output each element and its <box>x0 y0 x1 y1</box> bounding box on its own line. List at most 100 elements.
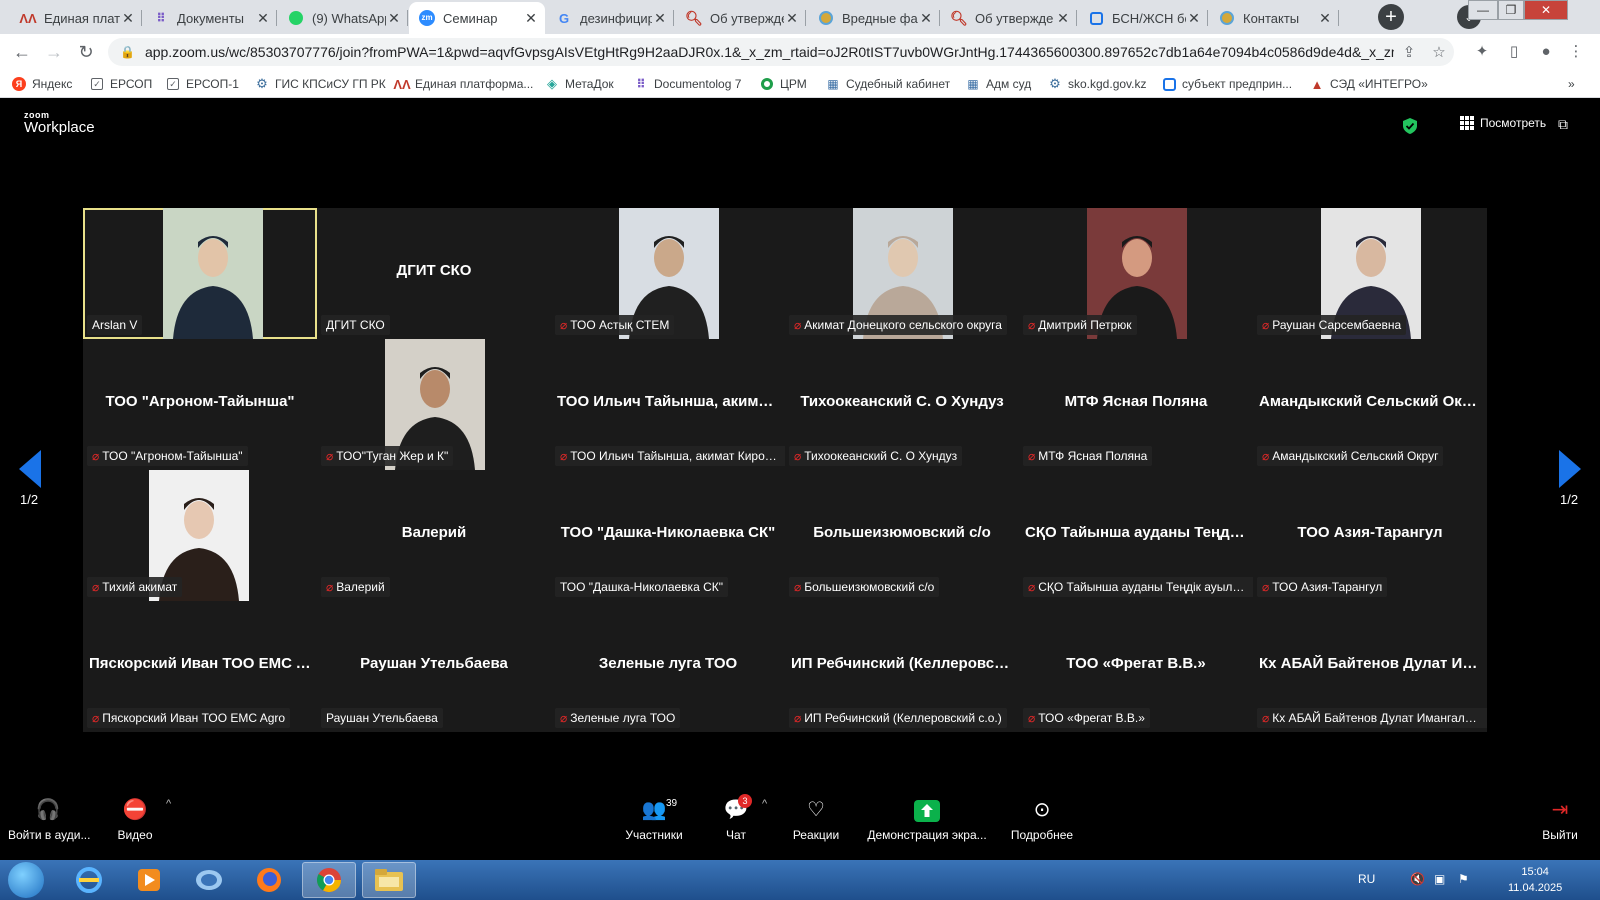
browser-tab[interactable]: 🔍︎ Об утвержде ✕ <box>676 2 806 34</box>
participant-tile[interactable]: Зеленые луга ТОО ⌀ Зеленые луга ТОО <box>551 601 785 732</box>
bookmark-item[interactable]: ЦРМ <box>760 74 807 94</box>
participant-tile[interactable]: ⌀ ТОО Астық СТЕМ <box>551 208 785 339</box>
close-tab-icon[interactable]: ✕ <box>523 10 539 27</box>
restore-button[interactable]: ❐ <box>1498 0 1524 20</box>
participant-tile[interactable]: Кх АБАЙ Байтенов Дулат Имангалиевич⌀Кх А… <box>1253 601 1487 732</box>
close-tab-icon[interactable]: ✕ <box>918 10 934 27</box>
bookmark-item[interactable]: ⚙ ГИС КПСиСУ ГП РК <box>255 74 386 94</box>
share-page-icon[interactable]: ⇪ <box>1394 43 1424 61</box>
participant-tile[interactable]: Валерий ⌀ Валерий <box>317 470 551 601</box>
participant-tile[interactable]: ТОО "Агроном-Тайынша" ⌀ ТОО "Агроном-Тайын… <box>83 339 317 470</box>
file-explorer-icon[interactable] <box>362 862 416 898</box>
browser-tab[interactable]: Вредные фак ✕ <box>808 2 940 34</box>
close-tab-icon[interactable]: ✕ <box>1186 10 1202 27</box>
close-tab-icon[interactable]: ✕ <box>652 10 668 27</box>
network-icon[interactable]: ▣ <box>1434 872 1445 886</box>
more-bookmarks-icon[interactable]: » <box>1568 74 1575 94</box>
close-tab-icon[interactable]: ✕ <box>1055 10 1071 27</box>
browser-tab[interactable]: zm Семинар ✕ <box>409 2 545 34</box>
next-page-arrow-icon[interactable] <box>1557 448 1583 490</box>
share-screen-button[interactable]: Демонстрация экра... <box>862 788 992 860</box>
side-panel-icon[interactable]: ▯ <box>1502 40 1526 64</box>
participant-tile[interactable]: ТОО Ильич Тайынша, акимат Кировского с.о… <box>551 339 785 470</box>
participant-tile[interactable]: ⌀ Акимат Донецкого сельского округа <box>785 208 1019 339</box>
participant-tile[interactable]: ТОО «Фрегат В.В.» ⌀ ТОО «Фрегат В.В.» <box>1019 601 1253 732</box>
join-audio-button[interactable]: 🎧 Войти в ауди... <box>8 788 90 860</box>
participant-tile[interactable]: МТФ Ясная Поляна ⌀ МТФ Ясная Поляна <box>1019 339 1253 470</box>
participant-tile[interactable]: ⌀ Тихий акимат <box>83 470 317 601</box>
browser-tab[interactable]: ⠿ Документы ✕ <box>143 2 277 34</box>
chat-options-caret-icon[interactable]: ^ <box>762 798 767 810</box>
encryption-shield-icon[interactable] <box>1403 118 1417 134</box>
previous-page-arrow-icon[interactable] <box>17 448 43 490</box>
volume-muted-icon[interactable]: 🔇 <box>1410 872 1425 886</box>
url-text[interactable]: app.zoom.us/wc/85303707776/join?fromPWA=… <box>145 44 1394 60</box>
new-tab-button[interactable]: + <box>1378 4 1404 30</box>
reactions-button[interactable]: ♡ Реакции <box>786 788 846 860</box>
messenger-icon[interactable] <box>182 862 236 898</box>
forward-button[interactable]: → <box>42 40 66 64</box>
participant-tile[interactable]: Arslan V <box>83 208 317 339</box>
browser-tab[interactable]: (9) WhatsApp ✕ <box>278 2 408 34</box>
browser-tab[interactable]: ΛΛ Единая платф✕ <box>10 2 142 34</box>
bookmark-item[interactable]: ▲ СЭД «ИНТЕГРО» <box>1310 74 1428 94</box>
language-indicator[interactable]: RU <box>1358 872 1375 886</box>
browser-tab[interactable]: 🔍︎ Об утвержде ✕ <box>941 2 1077 34</box>
start-button[interactable] <box>8 862 44 898</box>
internet-explorer-icon[interactable] <box>62 862 116 898</box>
participant-tile[interactable]: ⌀ Дмитрий Петрюк <box>1019 208 1253 339</box>
bookmark-item[interactable]: ▦ Адм суд <box>966 74 1031 94</box>
action-center-flag-icon[interactable]: ⚑ <box>1458 872 1469 886</box>
bookmark-star-icon[interactable]: ☆ <box>1424 43 1454 61</box>
participant-tile[interactable]: ТОО "Дашка-Николаевка СК" ТОО "Дашка-Нико… <box>551 470 785 601</box>
close-tab-icon[interactable]: ✕ <box>784 10 800 27</box>
participants-button[interactable]: 👥 Участники <box>612 788 696 860</box>
bookmark-item[interactable]: ✓ ЕРСОП-1 <box>166 74 239 94</box>
bookmark-item[interactable]: ΛΛ Единая платформа... <box>393 74 533 94</box>
close-tab-icon[interactable]: ✕ <box>386 10 402 27</box>
browser-tab[interactable]: Контакты ✕ <box>1209 2 1339 34</box>
fullscreen-icon[interactable]: ⧉ <box>1558 116 1568 133</box>
participant-tile[interactable]: ⌀ ТОО"Туган Жер и К" <box>317 339 551 470</box>
more-button[interactable]: ⊙ Подробнее <box>1008 788 1076 860</box>
firefox-icon[interactable] <box>242 862 296 898</box>
close-window-button[interactable]: ✕ <box>1524 0 1568 20</box>
bookmark-item[interactable]: ◈ МетаДок <box>545 74 614 94</box>
participant-tile[interactable]: Раушан Утельбаева Раушан Утельбаева <box>317 601 551 732</box>
close-tab-icon[interactable]: ✕ <box>120 10 136 27</box>
close-tab-icon[interactable]: ✕ <box>1317 10 1333 27</box>
reload-button[interactable]: ↻ <box>74 40 98 64</box>
leave-button[interactable]: ⇥ Выйти <box>1530 788 1590 860</box>
video-button[interactable]: ⛔ Видео <box>100 788 170 860</box>
minimize-button[interactable]: — <box>1468 0 1498 20</box>
chat-button[interactable]: 💬 Чат <box>704 788 768 860</box>
address-bar[interactable]: 🔒 app.zoom.us/wc/85303707776/join?fromPW… <box>108 38 1454 66</box>
participant-tile[interactable]: Тихоокеанский С. О Хундуз ⌀ Тихоокеанский … <box>785 339 1019 470</box>
video-options-caret-icon[interactable]: ^ <box>166 798 171 810</box>
media-player-icon[interactable] <box>122 862 176 898</box>
participant-tile[interactable]: ДГИТ СКО ДГИТ СКО <box>317 208 551 339</box>
participant-tile[interactable]: Пяскорский Иван ТОО EMC Agro ⌀ Пяскорский … <box>83 601 317 732</box>
bookmark-item[interactable]: Я Яндекс <box>12 74 72 94</box>
participant-tile[interactable]: ИП Ребчинский (Келлеровский с.о.)⌀ИП Реб… <box>785 601 1019 732</box>
back-button[interactable]: ← <box>10 40 34 64</box>
profile-avatar-icon[interactable]: ● <box>1534 40 1558 64</box>
bookmark-item[interactable]: субъект предприн... <box>1162 74 1292 94</box>
participant-tile[interactable]: ⌀ Раушан Сарсембаевна <box>1253 208 1487 339</box>
browser-tab[interactable]: БСН/ЖСН бо ✕ <box>1078 2 1208 34</box>
browser-tab[interactable]: Gдезинфицир ✕ <box>546 2 674 34</box>
browser-menu-icon[interactable]: ⋮ <box>1564 40 1588 64</box>
participant-tile[interactable]: ТОО Азия-Тарангул ⌀ ТОО Азия-Тарангул <box>1253 470 1487 601</box>
bookmark-item[interactable]: ✓ ЕРСОП <box>90 74 152 94</box>
chrome-icon[interactable] <box>302 862 356 898</box>
bookmark-item[interactable]: ⠿ Documentolog 7 <box>634 74 741 94</box>
bookmark-item[interactable]: ⚙ sko.kgd.gov.kz <box>1048 74 1146 94</box>
view-button[interactable]: Посмотреть <box>1460 116 1546 130</box>
bookmark-item[interactable]: ▦ Судебный кабинет <box>826 74 950 94</box>
participant-tile[interactable]: Амандыкский Сельский Округ ⌀ Амандыкский С… <box>1253 339 1487 470</box>
extensions-icon[interactable]: ✦ <box>1470 40 1494 64</box>
participant-tile[interactable]: Большеизюмовский с/о ⌀ Большеизюмовский с/… <box>785 470 1019 601</box>
close-tab-icon[interactable]: ✕ <box>255 10 271 27</box>
participant-tile[interactable]: СҚО Тайынша ауданы Теңдік ауылдық округі… <box>1019 470 1253 601</box>
system-clock[interactable]: 15:04 11.04.2025 <box>1508 864 1562 896</box>
